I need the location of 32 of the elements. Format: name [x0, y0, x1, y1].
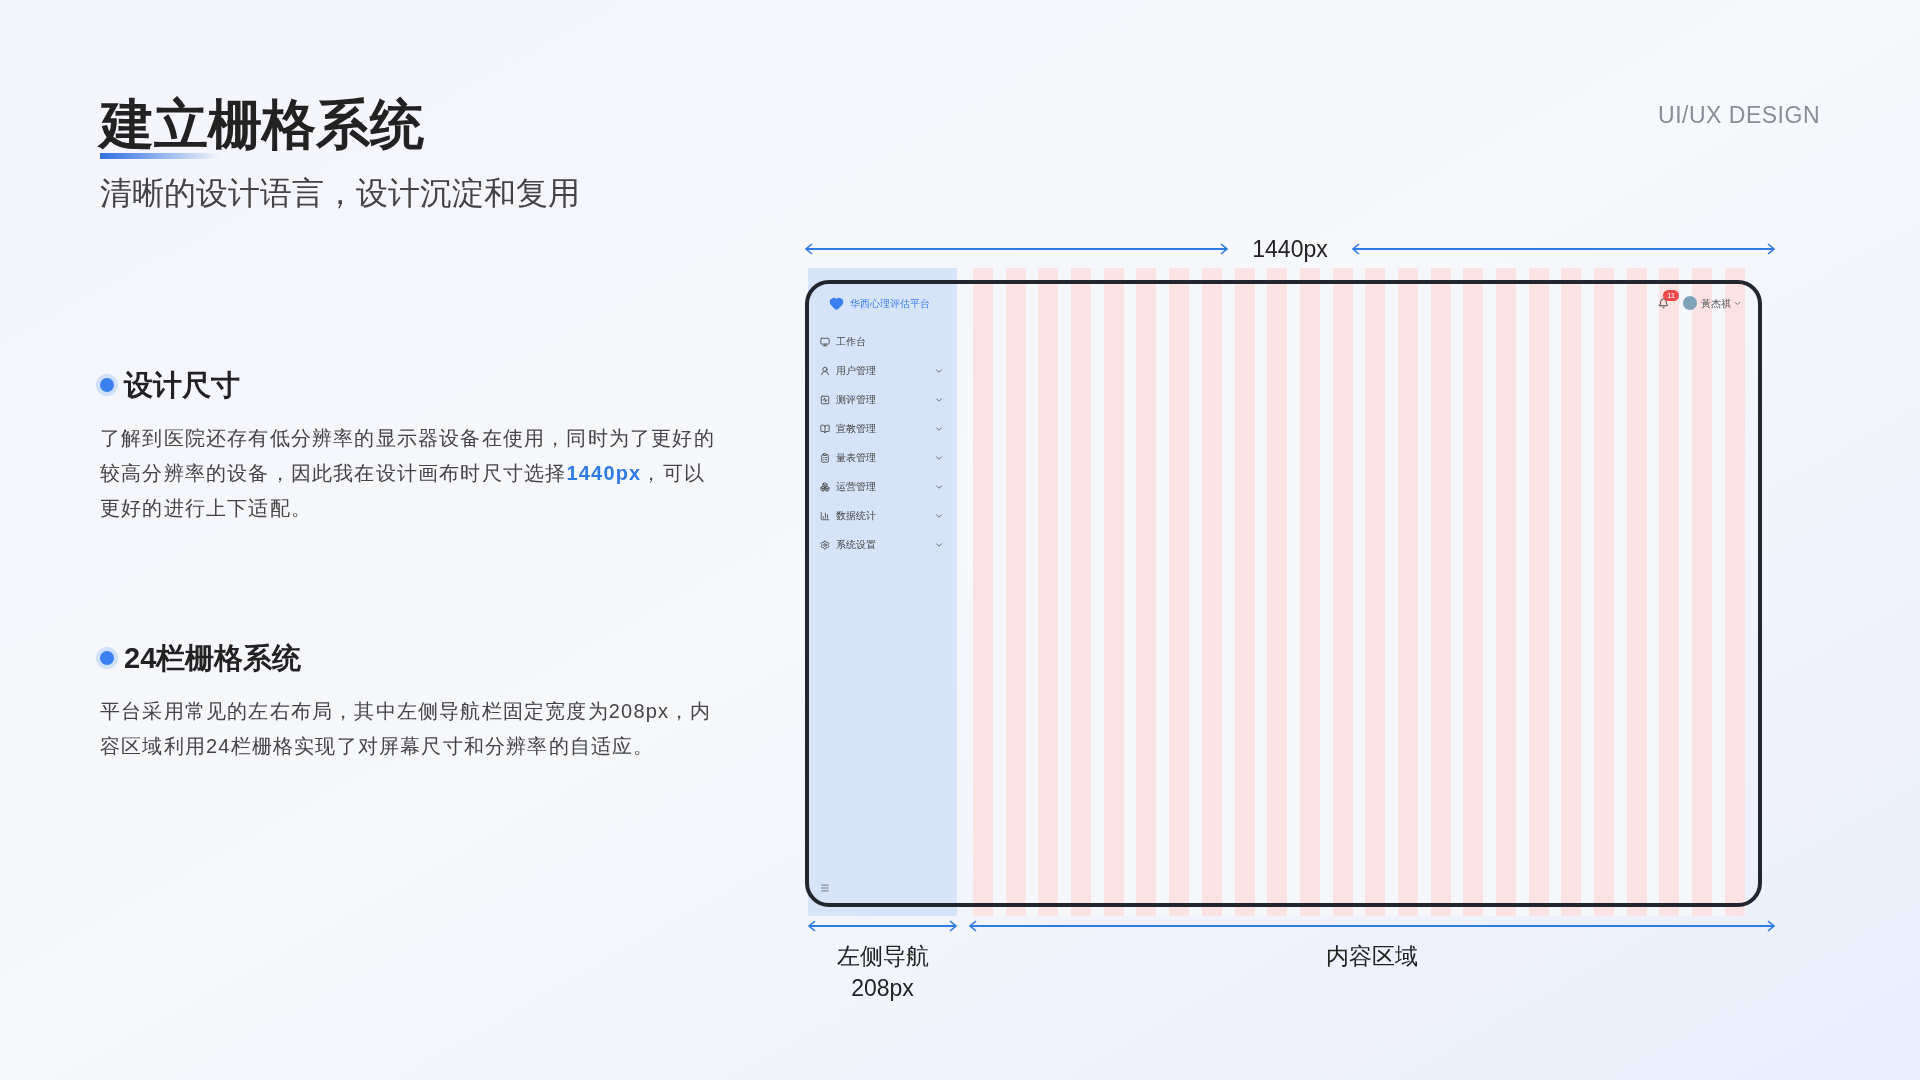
- boxes-icon: [820, 481, 830, 492]
- clipboard-icon: [820, 452, 830, 463]
- dimension-label: 1440px: [1252, 234, 1328, 264]
- notification-badge: 11: [1663, 289, 1680, 301]
- section-text: 平台采用常见的左右布局，其中左侧导航栏固定宽度为208px，内容区域利用24栏栅格实现了对屏幕尺寸和分辨率的自适应。: [100, 699, 713, 759]
- nav-item[interactable]: 测评管理: [820, 385, 944, 414]
- dimension-label: 左侧导航: [836, 942, 929, 971]
- nav-item[interactable]: 工作台: [820, 327, 944, 356]
- menu-icon[interactable]: [820, 883, 830, 893]
- book-icon: [820, 423, 830, 434]
- page-subtitle: 清晰的设计语言，设计沉淀和复用: [100, 174, 581, 213]
- section-heading: 设计尺寸: [124, 368, 240, 403]
- user-name[interactable]: 黃杰祺: [1701, 295, 1731, 311]
- brand-tag: UI/UX DESIGN: [1658, 100, 1820, 130]
- user-icon: [820, 365, 830, 376]
- nav-item[interactable]: 宣教管理: [820, 414, 944, 443]
- chart-square-icon: [820, 394, 830, 405]
- section-text: 了解到医院还存有低分辨率的显示器设备在使用，同时为了更好的较高分辨率的设备，因此我在设计画布时尺寸选择1440px，可以更好的进行上下适配。: [100, 426, 716, 521]
- nav-item[interactable]: 量表管理: [820, 443, 944, 472]
- nav-item[interactable]: 运营管理: [820, 472, 944, 501]
- app-name: 华西心理评估平台: [850, 296, 930, 311]
- nav-item[interactable]: 用户管理: [820, 356, 944, 385]
- bell-icon[interactable]: [1658, 297, 1669, 309]
- section-heading: 24栏栅格系统: [124, 641, 302, 676]
- nav-item[interactable]: 系统设置: [820, 530, 944, 559]
- dimension-label: 208px: [851, 974, 914, 1003]
- bar-chart-icon: [820, 510, 830, 521]
- nav-item[interactable]: 数据统计: [820, 501, 944, 530]
- heart-icon: [829, 295, 844, 311]
- gear-icon: [820, 539, 830, 550]
- monitor-icon: [820, 336, 830, 347]
- dimension-label: 内容区域: [1326, 942, 1418, 971]
